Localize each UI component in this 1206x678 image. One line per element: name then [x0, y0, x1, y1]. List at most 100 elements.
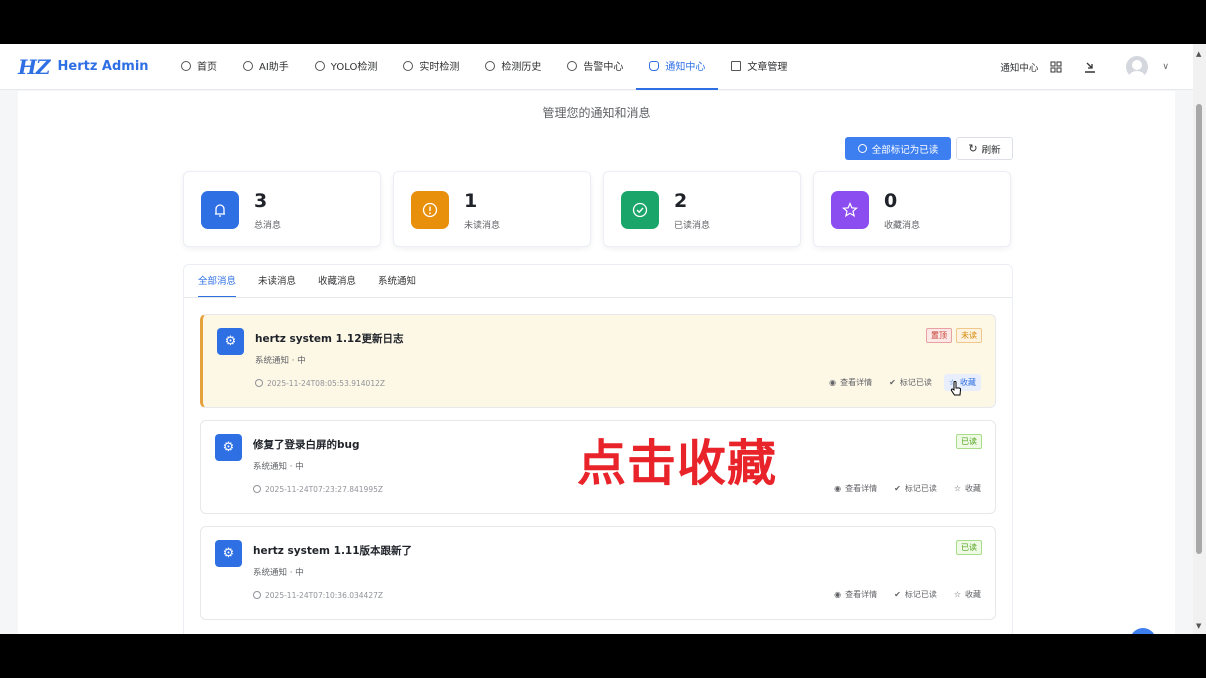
stat-card-unread: 1 未读消息: [393, 171, 591, 247]
bell-icon: [201, 191, 239, 229]
check-circle-icon: ✔: [894, 484, 901, 493]
nav-item-home[interactable]: 首页: [168, 44, 230, 90]
top-navbar: HZ Hertz Admin 首页 AI助手 YOLO检测 实时检测 检测历史 …: [0, 44, 1193, 90]
message-title[interactable]: hertz system 1.11版本跟新了: [253, 543, 412, 558]
nav-item-yolo[interactable]: YOLO检测: [302, 44, 391, 90]
nav-item-notification[interactable]: 通知中心: [636, 44, 719, 90]
stat-label: 未读消息: [464, 221, 501, 231]
stat-card-read: 2 已读消息: [603, 171, 801, 247]
mark-read-button[interactable]: ✔ 标记已读: [894, 586, 937, 603]
star-icon: [831, 191, 869, 229]
favorite-button[interactable]: ☆ 收藏: [954, 480, 981, 497]
mark-all-read-button[interactable]: 全部标记为已读: [845, 137, 951, 160]
message-meta: 系统通知 · 中: [253, 462, 304, 472]
message-time: 2025-11-24T08:05:53.914012Z: [255, 379, 385, 388]
notification-page: 管理您的通知和消息 全部标记为已读 ↻ 刷新 3 总消息 1 未读消息 2 已读…: [18, 91, 1175, 634]
clock-icon: [255, 379, 263, 387]
gauge-icon: [403, 60, 414, 71]
gear-icon: ⚙: [215, 540, 242, 567]
gauge-icon: [314, 60, 325, 71]
tab-divider: [184, 297, 1012, 298]
nav-item-history[interactable]: 检测历史: [472, 44, 554, 90]
check-circle-icon: [857, 144, 867, 153]
stat-label: 收藏消息: [884, 221, 921, 231]
view-detail-button[interactable]: ◉ 查看详情: [829, 374, 872, 391]
scroll-down-icon[interactable]: ▼: [1196, 622, 1201, 630]
scroll-up-icon[interactable]: ▲: [1196, 50, 1201, 58]
tab-favorite[interactable]: 收藏消息: [318, 265, 356, 298]
tab-system[interactable]: 系统通知: [378, 265, 416, 298]
download-icon[interactable]: [1084, 61, 1096, 73]
page-subtitle: 管理您的通知和消息: [542, 106, 651, 120]
bell-icon: [649, 60, 660, 71]
message-actions: ◉ 查看详情 ✔ 标记已读 ☆ 收藏: [817, 480, 981, 497]
message-title[interactable]: 修复了登录白屏的bug: [253, 437, 360, 452]
star-icon: ☆: [953, 590, 961, 599]
message-meta: 系统通知 · 中: [255, 356, 306, 366]
stat-label: 总消息: [254, 221, 282, 231]
stat-label: 已读消息: [674, 221, 711, 231]
gear-icon: ⚙: [215, 434, 242, 461]
nav-item-realtime[interactable]: 实时检测: [390, 44, 472, 90]
check-circle-icon: ✔: [894, 590, 901, 599]
stat-value: 1: [464, 190, 478, 212]
nav-item-alarm[interactable]: 告警中心: [554, 44, 636, 90]
browser-viewport: HZ Hertz Admin 首页 AI助手 YOLO检测 实时检测 检测历史 …: [0, 44, 1206, 634]
eye-icon: ◉: [834, 590, 842, 599]
app-name: Hertz Admin: [57, 59, 149, 74]
tab-all[interactable]: 全部消息: [198, 265, 237, 298]
nav-item-articles[interactable]: 文章管理: [718, 44, 800, 90]
view-detail-button[interactable]: ◉ 查看详情: [834, 586, 877, 603]
stat-value: 3: [254, 190, 268, 212]
check-circle-icon: ✔: [889, 378, 896, 387]
refresh-button[interactable]: ↻ 刷新: [956, 137, 1013, 160]
message-tags: 置顶 未读: [922, 328, 982, 343]
eye-icon: ◉: [834, 484, 842, 493]
gauge-icon: [485, 60, 496, 71]
view-detail-button[interactable]: ◉ 查看详情: [834, 480, 877, 497]
stat-card-total: 3 总消息: [183, 171, 381, 247]
message-actions: ◉ 查看详情 ✔ 标记已读 ☆ 收藏: [817, 586, 981, 603]
alert-icon: [411, 191, 449, 229]
eye-icon: ◉: [829, 378, 837, 387]
breadcrumb: 通知中心: [1000, 62, 1039, 74]
tab-unread[interactable]: 未读消息: [258, 265, 296, 298]
message-meta: 系统通知 · 中: [253, 568, 304, 578]
unread-badge: 未读: [956, 328, 982, 343]
star-icon: ☆: [953, 484, 961, 493]
mark-read-button[interactable]: ✔ 标记已读: [889, 374, 932, 391]
logo[interactable]: HZ Hertz Admin: [18, 55, 168, 79]
message-time: 2025-11-24T07:23:27.841995Z: [253, 485, 383, 494]
page-scrollbar[interactable]: ▲ ▼: [1193, 44, 1206, 634]
read-badge: 已读: [956, 434, 982, 449]
message-tags: 已读: [952, 540, 982, 555]
stat-value: 2: [674, 190, 688, 212]
favorite-button[interactable]: ☆ 收藏: [954, 586, 981, 603]
read-badge: 已读: [956, 540, 982, 555]
message-title[interactable]: hertz system 1.12更新日志: [255, 331, 404, 346]
gear-icon: ⚙: [217, 328, 244, 355]
stat-card-favorite: 0 收藏消息: [813, 171, 1011, 247]
pinned-badge: 置顶: [926, 328, 952, 343]
gauge-icon: [567, 60, 578, 71]
overlay-caption: 点击收藏: [577, 435, 778, 492]
chat-icon: [243, 60, 253, 71]
nav-item-ai-assistant[interactable]: AI助手: [230, 44, 302, 90]
mark-read-button[interactable]: ✔ 标记已读: [894, 480, 937, 497]
home-icon: [181, 60, 191, 71]
main-nav: 首页 AI助手 YOLO检测 实时检测 检测历史 告警中心 通知中心 文章管理: [168, 44, 800, 90]
document-icon: [731, 60, 742, 71]
message-card[interactable]: ⚙ hertz system 1.12更新日志 系统通知 · 中 2025-11…: [200, 314, 996, 408]
grid-icon[interactable]: [1050, 61, 1062, 73]
scroll-thumb[interactable]: [1196, 104, 1202, 554]
check-circle-icon: [621, 191, 659, 229]
message-tags: 已读: [952, 434, 982, 449]
message-time: 2025-11-24T07:10:36.034427Z: [253, 591, 383, 600]
chevron-down-icon[interactable]: ∨: [1162, 62, 1169, 72]
header-right: 通知中心 ∨: [1000, 55, 1169, 78]
avatar[interactable]: [1126, 55, 1149, 78]
message-card[interactable]: ⚙ hertz system 1.11版本跟新了 系统通知 · 中 2025-1…: [200, 526, 996, 620]
stat-value: 0: [884, 190, 898, 212]
pointer-cursor-icon: [950, 381, 962, 396]
refresh-icon: ↻: [968, 142, 978, 155]
